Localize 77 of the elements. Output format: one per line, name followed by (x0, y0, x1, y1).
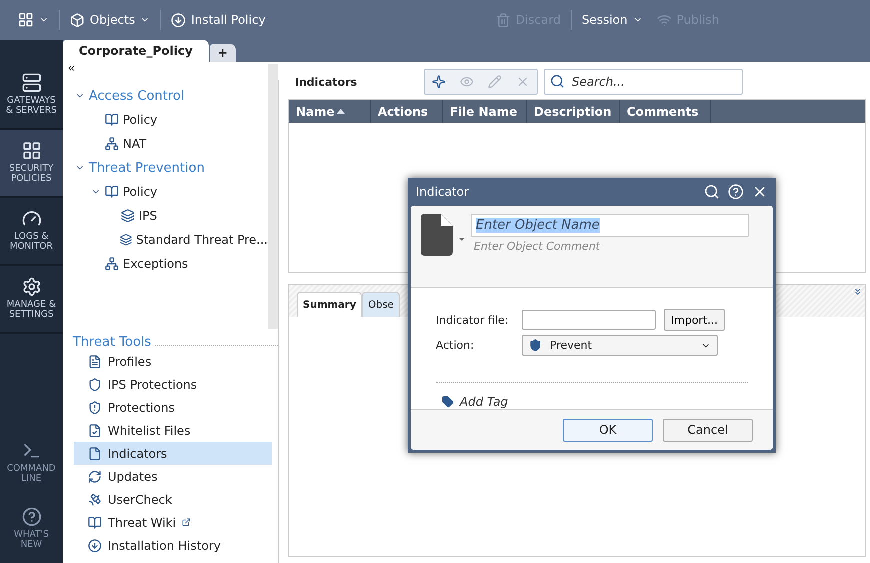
column-header[interactable]: Description (527, 100, 620, 123)
dialog-title: Indicator (416, 185, 470, 199)
tool-item[interactable]: IPS Protections (74, 373, 272, 396)
grid-icon (22, 141, 42, 162)
tool-item[interactable]: Updates (74, 465, 272, 488)
tree-item[interactable]: Policy (123, 113, 158, 127)
layers-icon (121, 209, 135, 223)
dialog-button[interactable]: Cancel (663, 418, 753, 442)
column-header[interactable]: Comments (620, 100, 711, 123)
refresh-icon (88, 470, 102, 484)
search-icon[interactable] (704, 184, 720, 200)
search-icon (550, 74, 565, 89)
tree-item[interactable]: Threat Prevention (89, 160, 205, 176)
add-tag-link[interactable]: Add Tag (436, 395, 748, 410)
column-header[interactable]: File Name (443, 100, 527, 123)
action-dropdown[interactable]: Prevent (522, 335, 718, 356)
detail-tab[interactable]: Obse (362, 292, 400, 317)
tag-icon (442, 396, 454, 408)
tool-item[interactable]: Installation History (74, 534, 272, 557)
field-label: Indicator file: (436, 314, 510, 327)
tool-item[interactable]: UserCheck (74, 488, 272, 511)
server-icon (22, 73, 42, 94)
nav-item[interactable]: SECURITY POLICIES (0, 130, 63, 198)
toolbar-button[interactable]: Session (578, 7, 647, 33)
file-icon (88, 446, 102, 460)
tool-item[interactable]: Indicators (74, 442, 272, 465)
section-title: Threat Tools (73, 335, 152, 350)
column-header[interactable]: Actions (371, 100, 443, 123)
name-field[interactable]: Enter Object Name (471, 214, 749, 237)
toolbar-button[interactable]: Install Policy (167, 7, 270, 33)
document-icon (88, 354, 102, 368)
trash-icon (496, 12, 511, 28)
cube-icon (70, 12, 85, 28)
tool-item[interactable]: Whitelist Files (74, 419, 272, 442)
help-icon[interactable] (728, 184, 744, 200)
tree-item[interactable]: Access Control (89, 88, 185, 104)
field-label: Action: (436, 339, 476, 352)
dialog-button[interactable]: OK (563, 418, 653, 442)
book-icon (105, 113, 119, 127)
policy-tab[interactable]: Corporate_Policy (63, 40, 209, 62)
download-icon (88, 538, 102, 552)
file-check-icon (88, 424, 102, 438)
network-icon (105, 257, 119, 271)
satellite-icon (88, 492, 102, 506)
sort-icon (336, 108, 345, 116)
file-icon (421, 214, 453, 256)
expand-icon[interactable] (853, 287, 863, 297)
column-header[interactable]: Name (289, 100, 371, 123)
network-icon (105, 137, 119, 151)
nav-item[interactable]: WHAT'S NEW (0, 507, 63, 551)
settings-icon (22, 277, 42, 298)
nav-item[interactable]: COMMAND LINE (0, 441, 63, 486)
page-title: Indicators (294, 76, 358, 88)
shield-icon (88, 400, 102, 414)
tool-item[interactable]: Protections (74, 396, 272, 419)
book-icon (88, 516, 102, 530)
tool-item[interactable]: Profiles (74, 350, 272, 373)
help-icon (22, 507, 42, 528)
shield-icon (529, 339, 542, 352)
toolbar-button[interactable]: Objects (66, 7, 154, 33)
book-icon (105, 185, 119, 199)
tree-item[interactable]: IPS (139, 209, 158, 223)
tool-item[interactable]: Threat Wiki (74, 511, 272, 534)
indicator-file-field[interactable] (522, 310, 656, 330)
tree-item[interactable]: Standard Threat Pre... (136, 233, 268, 247)
external-link-icon (182, 518, 192, 527)
search-field[interactable]: Search... (544, 69, 743, 95)
collapse-icon[interactable] (67, 64, 76, 73)
tree-item[interactable]: Exceptions (123, 257, 188, 271)
tree-item[interactable]: Policy (123, 185, 158, 199)
policy-tab[interactable]: + (210, 44, 236, 62)
detail-tab[interactable]: Summary (297, 292, 362, 317)
download-icon (171, 12, 186, 28)
import-button[interactable]: Import... (664, 309, 725, 332)
shield-icon (88, 378, 102, 392)
layers-icon (120, 233, 132, 247)
tree-item[interactable]: NAT (123, 137, 147, 151)
